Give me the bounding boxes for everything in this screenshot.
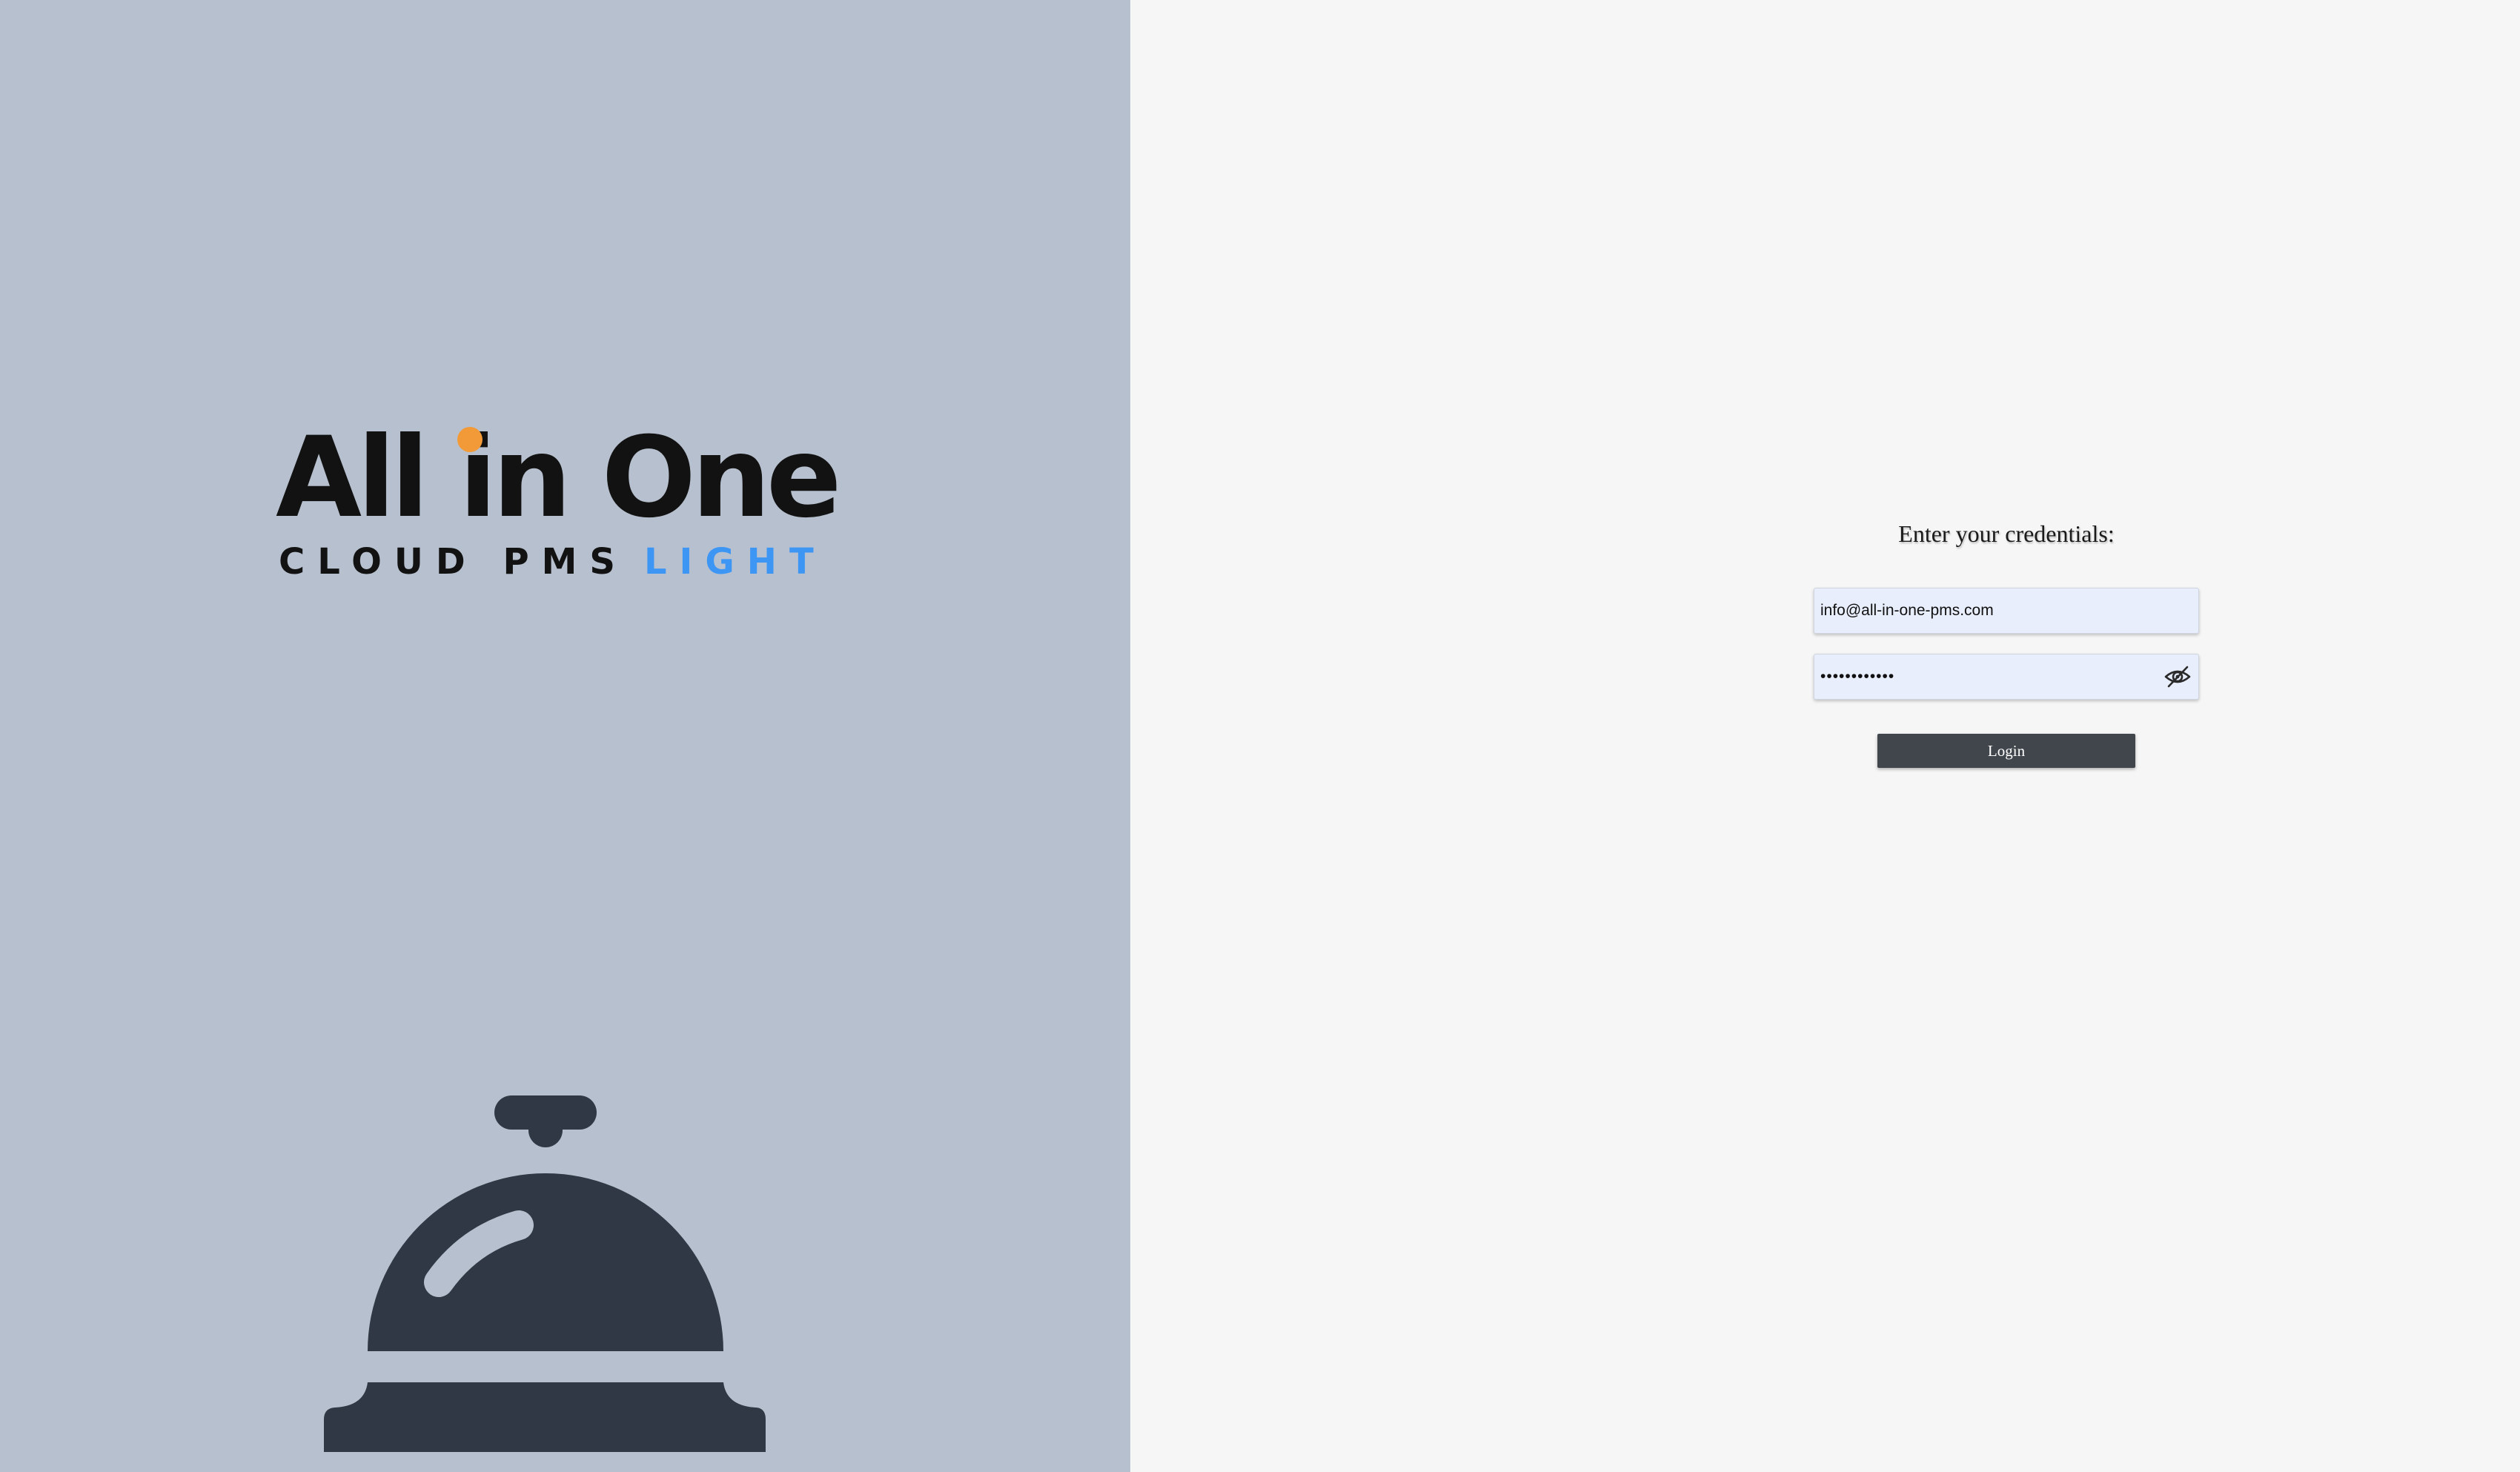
email-field[interactable] [1814,588,2199,634]
eye-slash-icon[interactable] [2163,663,2192,690]
logo-tagline-accent: LIGHT [643,541,826,583]
logo-dot [457,427,483,452]
service-bell-icon [324,1095,766,1452]
password-field[interactable] [1814,654,2199,700]
login-title: Enter your credentials: [1898,520,2115,547]
branding-panel: All in One CLOUD PMS LIGHT [0,0,1130,1472]
logo-tagline-dark: CLOUD PMS [279,541,628,583]
login-panel [1130,0,2520,1472]
app-logo: All in One CLOUD PMS LIGHT [276,415,842,583]
logo-tagline: CLOUD PMS LIGHT [279,541,826,583]
logo-wordmark: All in One [276,414,842,543]
login-button[interactable]: Login [1877,734,2135,768]
